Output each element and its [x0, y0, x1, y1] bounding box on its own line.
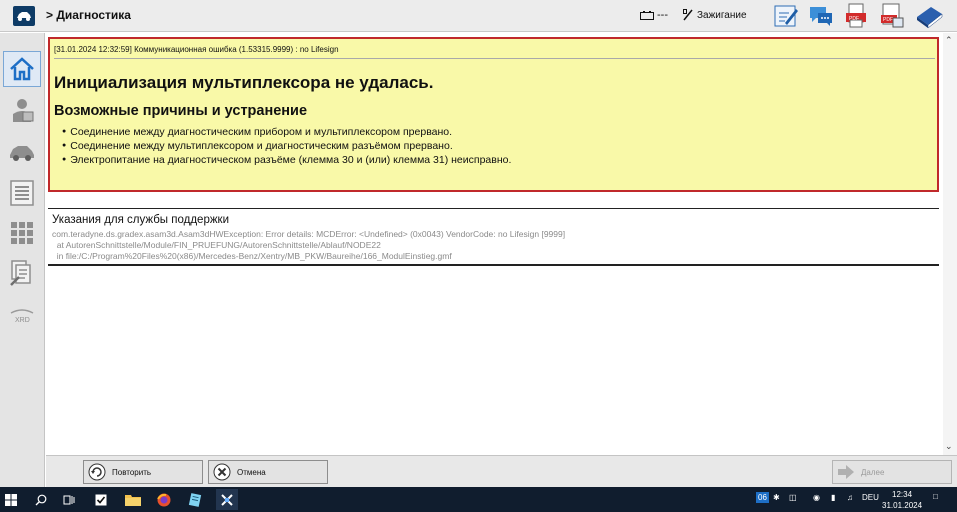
taskbar-app-checkbox[interactable]	[90, 489, 112, 510]
network-share-icon[interactable]: ◫	[789, 493, 797, 502]
taskbar-xentry[interactable]	[216, 489, 238, 510]
next-button[interactable]: Далее	[832, 460, 952, 484]
sidebar-item-xrd[interactable]: XRD	[3, 297, 41, 333]
notifications-icon[interactable]: □	[933, 492, 938, 501]
taskbar-search-button[interactable]	[30, 489, 52, 510]
control-units-grid-icon	[11, 222, 33, 244]
svg-text:PDF: PDF	[849, 16, 859, 22]
error-title: Инициализация мультиплексора не удалась.	[54, 73, 434, 92]
repeat-label: Повторить	[112, 467, 152, 477]
support-notes: Указания для службы поддержки com.terady…	[48, 208, 939, 266]
support-title: Указания для службы поддержки	[52, 214, 229, 226]
svg-text:XRD: XRD	[15, 317, 30, 324]
notepad-app-icon	[188, 492, 202, 507]
causes-list: Соединение между диагностическим приборо…	[62, 125, 511, 167]
task-view-button[interactable]	[58, 489, 80, 510]
scroll-up-icon[interactable]: ⌃	[945, 35, 953, 46]
operator-icon	[13, 99, 34, 122]
support-line: at AutorenSchnittstelle/Module/FIN_PRUEF…	[52, 240, 381, 250]
causes-heading: Возможные причины и устранение	[54, 103, 308, 119]
repeat-icon	[88, 463, 106, 481]
wifi-icon[interactable]: ◉	[813, 493, 820, 502]
ignition-key-icon	[683, 9, 693, 21]
battery-voltage: ---	[657, 9, 668, 21]
system-clock[interactable]: 12:34 31.01.2024	[882, 489, 922, 511]
list-item: Соединение между мультиплексором и диагн…	[62, 139, 511, 153]
firefox-icon	[157, 493, 171, 506]
ignition-status: Зажигание	[683, 9, 747, 21]
home-car-icon[interactable]	[13, 6, 35, 26]
taskbar-firefox[interactable]	[153, 489, 175, 510]
windows-taskbar: 06 ✱ ◫ ◉ ▮ ♫ DEU 12:34 31.01.2024 □	[0, 487, 957, 512]
vehicle-icon	[10, 146, 34, 161]
repeat-button[interactable]: Повторить	[83, 460, 203, 484]
support-line: in file:/C:/Program%20Files%20(x86)/Merc…	[52, 251, 452, 261]
cancel-button[interactable]: Отмена	[208, 460, 328, 484]
bluetooth-icon[interactable]: ✱	[773, 493, 780, 502]
error-panel: [31.01.2024 12:32:59] Коммуникационная о…	[48, 37, 939, 192]
home-icon	[10, 57, 34, 81]
chat-icon[interactable]	[808, 3, 834, 29]
sidebar-item-list[interactable]	[3, 175, 41, 211]
main-content: [31.01.2024 12:32:59] Коммуникационная о…	[46, 33, 957, 455]
manual-book-icon[interactable]	[915, 3, 943, 29]
volume-icon[interactable]: ♫	[847, 493, 853, 502]
top-header: > Диагностика --- Зажигание PDF PDF	[0, 0, 957, 32]
scroll-down-icon[interactable]: ⌄	[945, 441, 953, 452]
pdf-print-icon[interactable]: PDF	[843, 3, 869, 29]
cancel-label: Отмена	[237, 467, 266, 477]
sidebar-item-vehicle[interactable]	[3, 135, 41, 171]
breadcrumb: > Диагностика	[46, 8, 131, 22]
list-item: Электропитание на диагностическом разъём…	[62, 153, 511, 167]
taskbar-file-explorer[interactable]	[122, 489, 144, 510]
language-indicator[interactable]: DEU	[862, 493, 879, 502]
tray-badge[interactable]: 06	[756, 492, 769, 503]
list-icon	[10, 180, 34, 206]
action-bar: Повторить Отмена Далее	[46, 455, 957, 487]
clock-date: 31.01.2024	[882, 501, 923, 510]
windows-logo-icon	[5, 493, 17, 506]
vertical-scrollbar[interactable]: ⌃ ⌄	[943, 33, 957, 455]
sidebar-item-operator[interactable]	[3, 93, 41, 129]
svg-text:PDF: PDF	[883, 17, 893, 23]
list-item: Соединение между диагностическим приборо…	[62, 125, 511, 139]
ignition-label: Зажигание	[697, 9, 747, 21]
cancel-icon	[213, 463, 231, 481]
next-label: Далее	[861, 467, 885, 477]
battery-tray-icon[interactable]: ▮	[831, 493, 835, 502]
xentry-icon	[221, 493, 233, 506]
battery-icon	[640, 10, 654, 20]
support-line: com.teradyne.ds.gradex.asam3d.Asam3dHWEx…	[52, 229, 566, 239]
pdf-export-icon[interactable]: PDF	[879, 3, 905, 29]
battery-status: ---	[640, 9, 668, 21]
sidebar-item-control-units[interactable]	[3, 215, 41, 251]
task-view-icon	[63, 495, 75, 504]
taskbar-notepad-app[interactable]	[184, 489, 206, 510]
search-icon	[35, 494, 47, 506]
checkbox-app-icon	[95, 494, 107, 505]
left-sidebar: XRD	[0, 33, 45, 487]
xrd-icon: XRD	[10, 309, 34, 324]
sidebar-item-home[interactable]	[3, 51, 41, 87]
error-log-line: [31.01.2024 12:32:59] Коммуникационная о…	[54, 45, 935, 59]
support-details: com.teradyne.ds.gradex.asam3d.Asam3dHWEx…	[52, 229, 565, 262]
clock-time: 12:34	[892, 490, 913, 499]
annotate-icon[interactable]	[773, 3, 799, 29]
sidebar-item-documents[interactable]	[3, 255, 41, 291]
start-button[interactable]	[0, 489, 22, 510]
documents-wrench-icon	[10, 260, 31, 286]
folder-icon	[125, 494, 141, 506]
xentry-window: > Диагностика --- Зажигание PDF PDF XRD …	[0, 0, 957, 512]
arrow-right-icon	[838, 465, 854, 479]
